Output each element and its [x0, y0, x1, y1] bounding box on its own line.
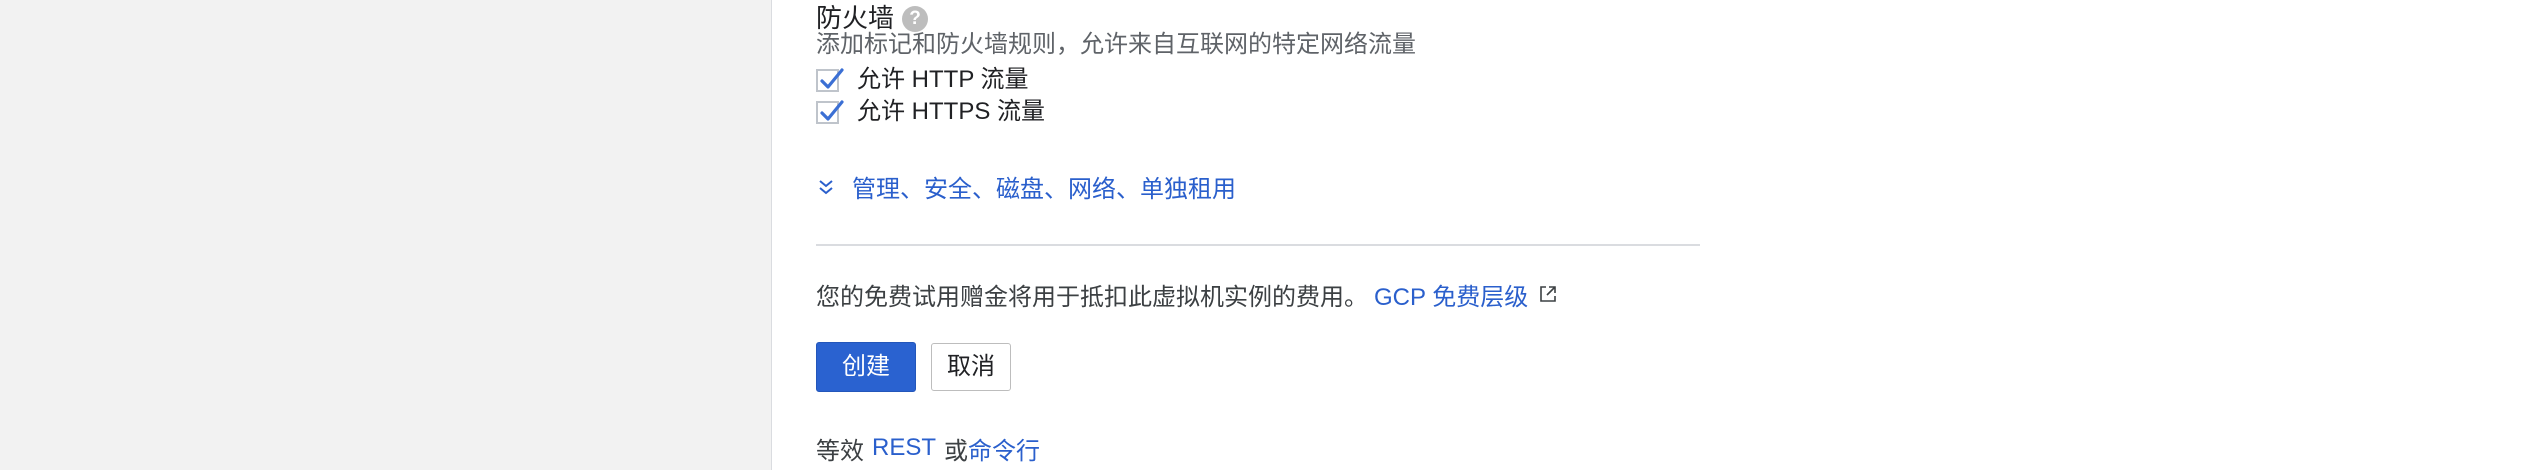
- free-trial-note: 您的免费试用赠金将用于抵扣此虚拟机实例的费用。 GCP 免费层级: [816, 276, 1558, 312]
- checkmark-icon: [820, 99, 844, 121]
- allow-http-label: 允许 HTTP 流量: [857, 66, 1029, 93]
- checkmark-icon: [820, 67, 844, 89]
- advanced-options-toggle[interactable]: 管理、安全、磁盘、网络、单独租用: [816, 168, 1236, 204]
- allow-https-row[interactable]: 允许 HTTPS 流量: [816, 96, 1045, 128]
- equivalent-row: 等效 REST 或 命令行: [816, 430, 1040, 466]
- left-side-panel: [0, 0, 772, 470]
- allow-https-label: 允许 HTTPS 流量: [857, 98, 1046, 125]
- equivalent-prefix: 等效: [816, 437, 864, 465]
- cancel-button[interactable]: 取消: [931, 343, 1011, 391]
- chevron-double-down-icon: [819, 180, 833, 195]
- or-text: 或: [944, 437, 969, 465]
- allow-http-row[interactable]: 允许 HTTP 流量: [816, 64, 1029, 96]
- firewall-description: 添加标记和防火墙规则，允许来自互联网的特定网络流量: [816, 31, 1416, 58]
- allow-https-checkbox[interactable]: [816, 99, 844, 124]
- section-divider: [816, 244, 1700, 246]
- free-trial-text: 您的免费试用赠金将用于抵扣此虚拟机实例的费用。: [816, 283, 1368, 311]
- create-instance-form: 防火墙 ? 添加标记和防火墙规则，允许来自互联网的特定网络流量 允许 HTTP …: [816, 0, 1706, 470]
- external-link-icon[interactable]: [1538, 284, 1558, 304]
- allow-http-checkbox[interactable]: [816, 67, 844, 92]
- command-line-link[interactable]: 命令行: [968, 431, 1040, 466]
- gcp-free-tier-link[interactable]: GCP 免费层级: [1374, 277, 1528, 312]
- advanced-options-link[interactable]: 管理、安全、磁盘、网络、单独租用: [852, 169, 1236, 204]
- rest-link[interactable]: REST: [872, 434, 936, 462]
- create-button[interactable]: 创建: [816, 342, 916, 392]
